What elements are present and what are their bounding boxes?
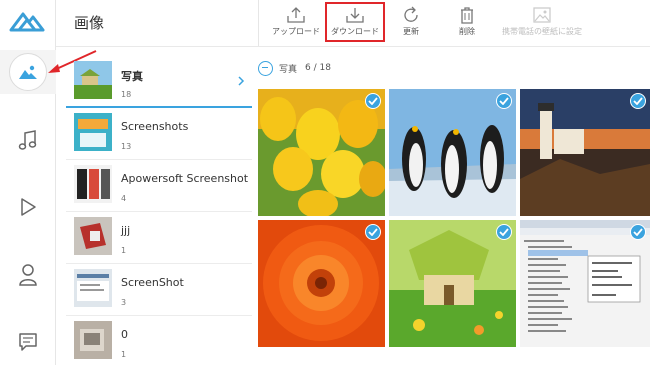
album-count: 1 [121,246,127,255]
album-thumbnail [74,165,112,203]
image-icon [533,7,551,23]
grid-header: 写真 6 / 18 [258,58,331,78]
device-manager-screenshot-image [520,220,650,347]
check-icon[interactable] [496,93,512,109]
album-count: 3 [121,298,127,307]
refresh-button[interactable]: 更新 [381,2,441,42]
album-item-apowersoft-screenshot[interactable]: Apowersoft Screenshot 4 [66,160,252,212]
minus-circle-icon[interactable] [258,60,273,76]
photo-tile[interactable] [520,89,650,216]
photo-tile[interactable] [258,89,385,216]
album-count: 1 [121,350,127,359]
penguins-image [389,89,516,216]
toolbar: アップロード ダウンロード 更新 削除 携帯電話の壁紙に設定 [258,0,650,46]
nav-messages[interactable] [0,320,56,364]
upload-label: アップロード [272,27,320,36]
photo-tile[interactable] [258,220,385,347]
album-name: Apowersoft Screenshot [121,172,249,185]
page-title: 画像 [74,14,105,32]
photo-tile[interactable] [389,89,516,216]
lighthouse-image [520,89,650,216]
download-label: ダウンロード [331,27,379,36]
download-icon [346,8,364,23]
upload-icon [287,7,305,23]
album-thumbnail [74,321,112,359]
logo-icon [9,12,45,32]
album-item-screenshot[interactable]: ScreenShot 3 [66,264,252,316]
album-item-0[interactable]: 0 1 [66,316,252,365]
upload-button[interactable]: アップロード [266,2,326,42]
album-name: 写真 [121,70,143,83]
tulips-image [258,89,385,216]
grid-album-name: 写真 [279,64,298,75]
album-name: jjj [121,224,131,237]
chevron-right-icon [238,76,245,86]
message-icon [19,333,37,351]
photo-icon [9,53,47,91]
set-wallpaper-label: 携帯電話の壁紙に設定 [502,27,582,36]
cottage-image [389,220,516,347]
album-count: 18 [121,90,132,99]
check-icon[interactable] [630,224,646,240]
download-button[interactable]: ダウンロード [325,2,385,42]
album-thumbnail [74,269,112,307]
delete-label: 削除 [459,27,475,36]
video-icon [21,198,36,216]
trash-icon [461,7,473,24]
check-icon[interactable] [630,93,646,109]
delete-button[interactable]: 削除 [437,2,497,42]
header-divider [56,46,650,47]
contacts-icon [19,264,37,286]
album-thumbnail [74,113,112,151]
flower-image [258,220,385,347]
album-item-photos[interactable]: 写真 18 [66,56,252,108]
nav-contacts[interactable] [0,253,56,297]
album-thumbnail [74,61,112,99]
album-name: ScreenShot [121,276,184,289]
album-name: Screenshots [121,120,189,133]
nav-music[interactable] [0,118,56,162]
album-item-jjj[interactable]: jjj 1 [66,212,252,264]
set-wallpaper-button[interactable]: 携帯電話の壁紙に設定 [497,2,587,42]
music-icon [18,130,37,150]
album-count: 13 [121,142,132,151]
refresh-label: 更新 [403,27,419,36]
photo-tile[interactable] [520,220,650,347]
album-thumbnail [74,217,112,255]
nav-videos[interactable] [0,185,56,229]
photo-tile[interactable] [389,220,516,347]
check-icon[interactable] [365,224,381,240]
selection-count: 6 / 18 [305,63,331,73]
album-item-screenshots[interactable]: Screenshots 13 [66,108,252,160]
check-icon[interactable] [365,93,381,109]
refresh-icon [404,6,418,22]
album-name: 0 [121,328,128,341]
check-icon[interactable] [496,224,512,240]
album-count: 4 [121,194,127,203]
album-list: 写真 18 Screenshots 13 Apowersoft Screensh… [66,56,252,365]
